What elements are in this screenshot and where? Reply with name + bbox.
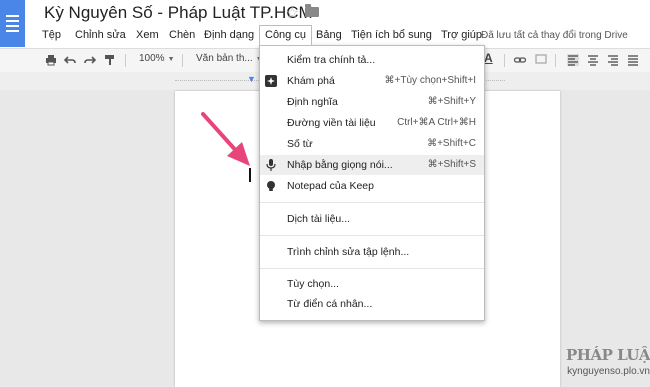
- star-icon[interactable]: ☆: [285, 3, 299, 23]
- menu-item-spellcheck[interactable]: Kiểm tra chính tả...: [260, 50, 484, 70]
- menu-divider: [260, 268, 484, 269]
- menu-item-label: Số từ: [287, 138, 313, 150]
- menu-item-shortcut: Ctrl+⌘A Ctrl+⌘H: [397, 117, 476, 128]
- menu-item-label: Từ điển cá nhân...: [287, 298, 373, 310]
- menu-item-label: Kiểm tra chính tả...: [287, 54, 376, 66]
- indent-marker-icon[interactable]: ▼: [247, 74, 256, 84]
- docs-logo-icon[interactable]: [0, 0, 25, 47]
- app-header: Kỳ Nguyên Số - Pháp Luật TP.HCM ☆ Tệp Ch…: [0, 0, 650, 48]
- lightbulb-icon: [267, 181, 275, 191]
- align-left-icon[interactable]: [567, 54, 579, 66]
- menu-item-label: Định nghĩa: [287, 96, 338, 108]
- menu-view[interactable]: Xem: [134, 27, 161, 44]
- menu-item-label: Tùy chọn...: [287, 278, 339, 290]
- menu-item-explore[interactable]: Khám phá ⌘+Tùy chọn+Shift+I: [260, 71, 484, 91]
- align-right-icon[interactable]: [607, 54, 619, 66]
- pointer-arrow-icon: [201, 112, 250, 166]
- toolbar-divider: [182, 54, 183, 67]
- menu-divider: [260, 235, 484, 236]
- menu-item-script-editor[interactable]: Trình chỉnh sửa tập lệnh...: [260, 242, 484, 262]
- style-select[interactable]: Văn bản th...▼: [196, 53, 263, 64]
- menu-divider: [260, 202, 484, 203]
- toolbar-divider: [504, 54, 505, 67]
- menu-item-voice-typing[interactable]: Nhập bằng giọng nói... ⌘+Shift+S: [260, 155, 484, 175]
- style-value: Văn bản th...: [196, 53, 253, 64]
- comment-icon[interactable]: [535, 54, 547, 66]
- menu-item-label: Nhập bằng giọng nói...: [287, 159, 393, 171]
- menu-format[interactable]: Định dạng: [202, 27, 256, 44]
- tools-menu-dropdown: Kiểm tra chính tả... Khám phá ⌘+Tùy chọn…: [259, 45, 485, 321]
- chevron-down-icon: ▼: [167, 56, 175, 63]
- redo-icon[interactable]: [84, 54, 96, 66]
- text-cursor: [249, 168, 251, 182]
- menu-item-label: Đường viền tài liệu: [287, 117, 376, 129]
- menu-item-define[interactable]: Định nghĩa ⌘+Shift+Y: [260, 92, 484, 112]
- menu-item-label: Khám phá: [287, 75, 335, 87]
- watermark-site: kynguyenso.plo.vn: [567, 366, 650, 377]
- menu-item-label: Trình chỉnh sửa tập lệnh...: [287, 246, 410, 258]
- menu-addons[interactable]: Tiện ích bổ sung: [349, 27, 434, 44]
- menu-edit[interactable]: Chỉnh sửa: [73, 27, 128, 44]
- text-color-icon[interactable]: A: [484, 51, 493, 65]
- menu-item-label: Dịch tài liệu...: [287, 213, 351, 225]
- menu-item-shortcut: ⌘+Shift+C: [427, 138, 476, 149]
- toolbar-divider: [555, 54, 556, 67]
- zoom-value: 100%: [139, 53, 165, 64]
- print-icon[interactable]: [45, 54, 57, 66]
- paint-format-icon[interactable]: [104, 54, 116, 66]
- menu-item-shortcut: ⌘+Tùy chọn+Shift+I: [384, 75, 476, 86]
- link-icon[interactable]: [514, 54, 526, 66]
- menu-table[interactable]: Bảng: [314, 27, 344, 44]
- watermark: PHÁP LUẬT kynguyenso.plo.vn: [566, 346, 650, 377]
- menu-item-preferences[interactable]: Tùy chọn...: [260, 274, 484, 294]
- menu-tools[interactable]: Công cụ: [259, 25, 312, 45]
- menu-item-shortcut: ⌘+Shift+Y: [427, 96, 476, 107]
- menu-insert[interactable]: Chèn: [167, 27, 197, 44]
- menu-file[interactable]: Tệp: [40, 27, 63, 44]
- menu-help[interactable]: Trợ giúp: [439, 27, 484, 44]
- menu-item-shortcut: ⌘+Shift+S: [427, 159, 476, 170]
- menu-item-translate[interactable]: Dịch tài liệu...: [260, 209, 484, 229]
- explore-icon: [265, 75, 277, 87]
- undo-icon[interactable]: [64, 54, 76, 66]
- menu-item-personal-dictionary[interactable]: Từ điển cá nhân...: [260, 294, 484, 314]
- menu-item-label: Notepad của Keep: [287, 180, 374, 192]
- align-center-icon[interactable]: [587, 54, 599, 66]
- toolbar-divider: [125, 54, 126, 67]
- watermark-brand: PHÁP LUẬT: [566, 346, 650, 364]
- document-title[interactable]: Kỳ Nguyên Số - Pháp Luật TP.HCM: [44, 3, 313, 23]
- microphone-icon: [266, 159, 276, 171]
- menu-item-keep-notepad[interactable]: Notepad của Keep: [260, 176, 484, 196]
- align-justify-icon[interactable]: [627, 54, 639, 66]
- menu-item-word-count[interactable]: Số từ ⌘+Shift+C: [260, 134, 484, 154]
- zoom-select[interactable]: 100% ▼: [139, 53, 175, 64]
- menu-item-document-outline[interactable]: Đường viền tài liệu Ctrl+⌘A Ctrl+⌘H: [260, 113, 484, 133]
- save-status[interactable]: Đã lưu tất cả thay đổi trong Drive: [481, 27, 628, 44]
- folder-icon[interactable]: [305, 4, 319, 17]
